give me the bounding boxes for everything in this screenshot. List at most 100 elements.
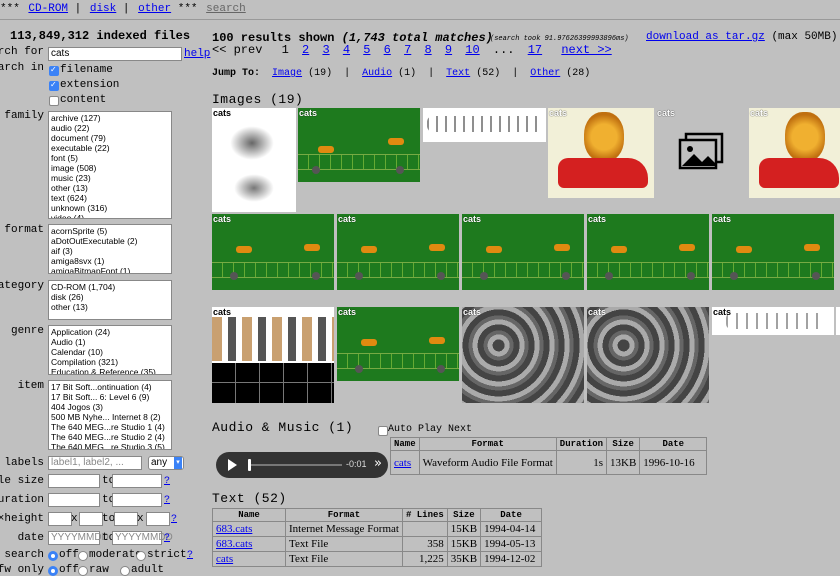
content-checkbox[interactable] [49, 96, 59, 106]
nav-link-search[interactable]: search [206, 3, 246, 15]
labels-input[interactable]: label1, label2, ... [48, 456, 142, 470]
image-thumb[interactable]: cats [712, 214, 834, 290]
list-option[interactable]: disk (26) [51, 292, 169, 302]
width-max-input[interactable] [114, 512, 138, 526]
list-option[interactable]: aif (3) [51, 246, 169, 256]
image-thumb[interactable]: cats [548, 108, 654, 198]
image-thumb[interactable]: cats [462, 307, 584, 403]
list-option[interactable]: other (13) [51, 183, 169, 193]
fuzzy-strict-radio[interactable] [136, 551, 146, 561]
format-list[interactable]: acornSprite (5) aDotOutExecutable (2) aif … [48, 224, 172, 274]
nav-link-disk[interactable]: disk [90, 3, 116, 15]
image-thumb[interactable]: cats [337, 214, 459, 290]
page-link[interactable]: 4 [343, 43, 350, 57]
list-option[interactable]: The 640 MEG...re Studio 2 (4) [51, 432, 169, 442]
autoplay-checkbox[interactable] [378, 426, 388, 436]
image-thumb[interactable]: cats [212, 307, 334, 403]
text-file-link[interactable]: 683.cats [216, 523, 252, 535]
list-option[interactable]: unknown (316) [51, 203, 169, 213]
image-thumb[interactable]: cats [587, 307, 709, 403]
nav-link-other[interactable]: other [138, 3, 171, 15]
text-file-link[interactable]: 683.cats [216, 538, 252, 550]
jump-audio[interactable]: Audio [362, 68, 392, 79]
page-link-last[interactable]: 17 [528, 43, 542, 57]
list-option[interactable]: aDotOutExecutable (2) [51, 236, 169, 246]
date-min-input[interactable]: YYYYMMDD [48, 531, 109, 545]
duration-max-input[interactable] [112, 493, 162, 507]
list-option[interactable]: document (79) [51, 133, 169, 143]
extension-checkbox[interactable] [49, 80, 59, 91]
list-option[interactable]: text (624) [51, 193, 169, 203]
list-option[interactable]: Compilation (321) [51, 357, 169, 367]
image-thumb[interactable]: cats [298, 108, 420, 182]
list-option[interactable]: CD-ROM (1,704) [51, 282, 169, 292]
list-option[interactable]: amigaBitmapFont (1) [51, 266, 169, 273]
page-link[interactable]: 3 [322, 43, 329, 57]
fast-forward-icon[interactable]: » [374, 456, 382, 471]
list-option[interactable]: Education & Reference (35) [51, 367, 169, 374]
nsfw-adult-radio[interactable] [120, 566, 130, 576]
image-thumb[interactable]: cats [656, 108, 748, 198]
nsfw-raw-radio[interactable] [78, 566, 88, 576]
filesize-min-input[interactable] [48, 474, 100, 488]
list-option[interactable]: Calendar (10) [51, 347, 169, 357]
nsfw-off-radio[interactable] [48, 566, 58, 576]
genre-list[interactable]: Application (24) Audio (1) Calendar (10) Co… [48, 325, 172, 375]
list-option[interactable]: executable (22) [51, 143, 169, 153]
width-min-input[interactable] [48, 512, 72, 526]
next-link[interactable]: next >> [561, 43, 611, 57]
page-link[interactable]: 8 [424, 43, 431, 57]
fuzzy-moderate-radio[interactable] [78, 551, 88, 561]
category-list[interactable]: CD-ROM (1,704) disk (26) other (13) [48, 280, 172, 320]
page-link[interactable]: 1 [282, 43, 289, 57]
page-link[interactable]: 9 [445, 43, 452, 57]
filesize-max-input[interactable] [112, 474, 162, 488]
date-max-input[interactable]: YYYYMMDD [112, 531, 173, 545]
jump-image[interactable]: Image [272, 68, 302, 79]
height-min-input[interactable] [79, 512, 103, 526]
list-option[interactable]: music (23) [51, 173, 169, 183]
image-thumb[interactable]: cats [749, 108, 840, 198]
page-link[interactable]: 7 [404, 43, 411, 57]
list-option[interactable]: Application (24) [51, 327, 169, 337]
labels-select[interactable]: any ▾ [148, 456, 184, 470]
page-link[interactable]: 5 [363, 43, 370, 57]
list-option[interactable]: 17 Bit Soft...ontinuation (4) [51, 382, 169, 392]
item-list[interactable]: 17 Bit Soft...ontinuation (4) 17 Bit Soft… [48, 380, 172, 450]
image-thumb[interactable]: cats [462, 214, 584, 290]
page-link[interactable]: 10 [465, 43, 479, 57]
image-thumb[interactable]: cats [212, 214, 334, 290]
wh-help-link[interactable]: ? [171, 514, 177, 525]
list-option[interactable]: amiga8svx (1) [51, 256, 169, 266]
seek-slider[interactable] [248, 464, 342, 466]
image-thumb[interactable]: cats [212, 108, 296, 212]
duration-help-link[interactable]: ? [164, 495, 170, 506]
list-option[interactable]: 17 Bit Soft... 6: Level 6 (9) [51, 392, 169, 402]
jump-text[interactable]: Text [446, 68, 470, 79]
download-link[interactable]: download as tar.gz [646, 31, 765, 43]
list-option[interactable]: image (508) [51, 163, 169, 173]
image-thumb[interactable] [836, 307, 840, 335]
duration-min-input[interactable] [48, 493, 100, 507]
filename-checkbox[interactable] [49, 65, 59, 76]
play-icon[interactable] [228, 459, 237, 471]
page-link[interactable]: 2 [302, 43, 309, 57]
seek-handle[interactable] [248, 459, 251, 471]
list-option[interactable]: other (13) [51, 302, 169, 312]
help-link[interactable]: help [184, 48, 210, 60]
date-help-link[interactable]: ? [164, 533, 170, 544]
list-option[interactable]: 500 MB Nyhe... Internet 8 (2) [51, 412, 169, 422]
image-thumb[interactable]: cats [337, 307, 459, 381]
fuzzy-help-link[interactable]: ? [187, 550, 193, 561]
list-option[interactable]: The 640 MEG...re Studio 3 (5) [51, 442, 169, 449]
list-option[interactable]: font (5) [51, 153, 169, 163]
image-thumb[interactable]: cats [587, 214, 709, 290]
page-link[interactable]: 6 [384, 43, 391, 57]
family-list[interactable]: archive (127) audio (22) document (79) exec… [48, 111, 172, 219]
nav-link-cdrom[interactable]: CD-ROM [28, 3, 68, 15]
jump-other[interactable]: Other [530, 68, 560, 79]
list-option[interactable]: acornSprite (5) [51, 226, 169, 236]
text-file-link[interactable]: cats [216, 553, 233, 565]
height-max-input[interactable] [146, 512, 170, 526]
list-option[interactable]: video (4) [51, 213, 169, 218]
